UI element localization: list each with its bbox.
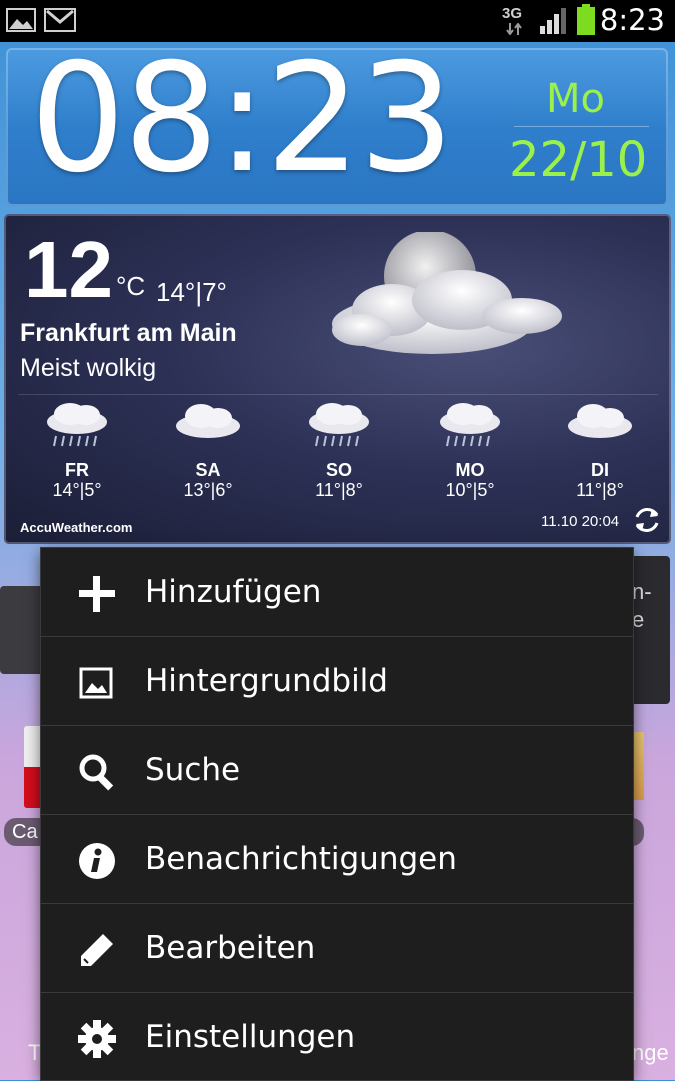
gear-icon (77, 1019, 117, 1059)
menu-item-add[interactable]: Hinzufügen (41, 548, 633, 637)
menu-item-wallpaper[interactable]: Hintergrundbild (41, 637, 633, 726)
menu-item-label: Hinzufügen (145, 574, 322, 610)
clock-widget[interactable]: 08:23 Mo 22/10 (6, 44, 668, 206)
forecast-range: 11°|8° (315, 480, 363, 500)
menu-item-search[interactable]: Suche (41, 726, 633, 815)
status-time: 8:23 (599, 3, 665, 37)
forecast-range: 10°|5° (445, 480, 495, 500)
search-icon (77, 752, 117, 792)
network-type: 3G (502, 5, 523, 22)
menu-item-edit[interactable]: Bearbeiten (41, 904, 633, 993)
rain-cloud-icon (42, 400, 112, 455)
forecast-day-label: SA (195, 460, 221, 480)
menu-item-label: Benachrichtigungen (145, 841, 457, 877)
city-name: Frankfurt am Main (20, 319, 237, 347)
temperature-range: 14°|7° (156, 277, 227, 307)
data-arrows-icon (506, 22, 522, 40)
refresh-icon[interactable] (632, 505, 662, 540)
signal-strength-icon (540, 6, 570, 39)
weather-widget[interactable]: 12 °C 14°|7° Frankfurt am Main Meist wol… (4, 214, 671, 544)
forecast-day-label: MO (455, 460, 485, 480)
menu-item-settings[interactable]: Einstellungen (41, 993, 633, 1081)
clock-divider (514, 126, 649, 127)
forecast-range: 11°|8° (576, 480, 624, 500)
image-icon (77, 663, 117, 703)
moon-cloud-icon (322, 230, 572, 377)
menu-item-notifications[interactable]: Benachrichtigungen (41, 815, 633, 904)
dock-label-left: T (28, 1040, 42, 1065)
menu-item-label: Hintergrundbild (145, 663, 388, 699)
menu-item-label: Bearbeiten (145, 930, 316, 966)
clock-day: Mo (546, 76, 605, 122)
forecast-day-label: FR (65, 460, 89, 480)
rain-cloud-icon (304, 400, 374, 455)
current-temperature: 12 (24, 225, 113, 314)
dock-label-right: nge (632, 1040, 669, 1065)
info-icon (77, 841, 117, 881)
forecast-range: 13°|6° (183, 480, 233, 500)
cloud-icon (173, 400, 243, 445)
background-widget-right: n- e (630, 556, 670, 704)
options-menu: Hinzufügen Hintergrundbild Suche Benachr… (41, 548, 633, 1080)
rain-cloud-icon (435, 400, 505, 455)
forecast-day-label: SO (325, 460, 352, 480)
menu-item-label: Suche (145, 752, 241, 788)
last-updated: 11.10 20:04 (541, 513, 620, 530)
forecast-range: 14°|5° (52, 480, 102, 500)
menu-item-label: Einstellungen (145, 1019, 356, 1055)
weather-condition: Meist wolkig (20, 354, 157, 382)
temperature-unit: °C (116, 271, 146, 301)
battery-icon (576, 4, 596, 41)
pencil-icon (77, 930, 117, 970)
clock-time: 08:23 (30, 32, 454, 206)
background-widget-text: n- e (632, 579, 652, 632)
forecast-divider (18, 394, 658, 395)
forecast-day-label: DI (591, 460, 609, 480)
plus-icon (77, 574, 117, 614)
clock-date: 22/10 (509, 132, 648, 188)
accuweather-logo[interactable]: AccuWeather.com (20, 520, 132, 535)
cloud-icon (565, 400, 635, 445)
app-icon-right[interactable] (632, 732, 644, 800)
